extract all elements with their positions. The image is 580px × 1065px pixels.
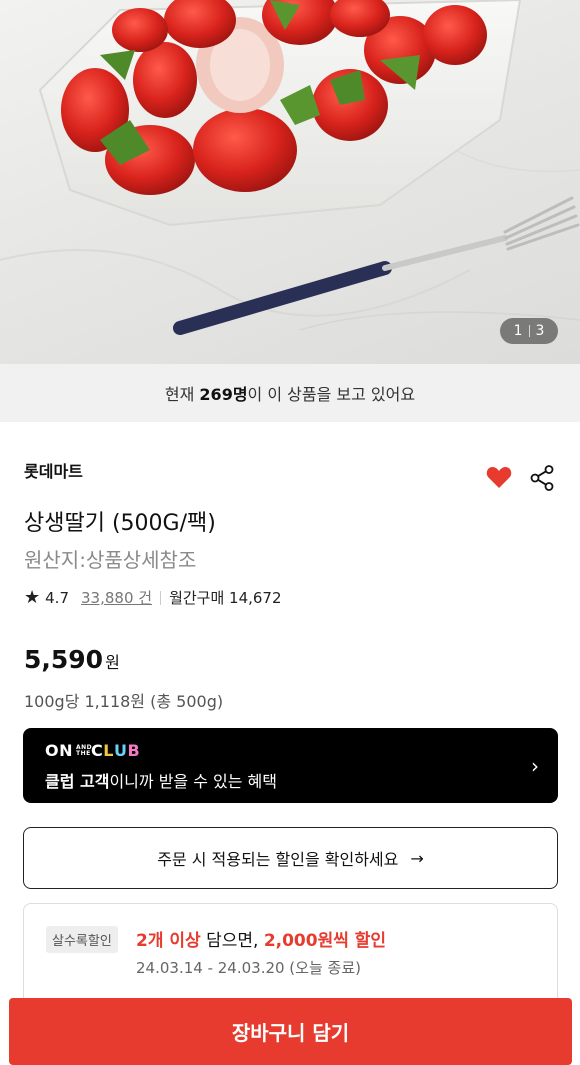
club-logo-the: THE <box>76 749 91 757</box>
rating-divider <box>160 590 162 605</box>
review-count-link[interactable]: 33,880 건 <box>81 587 152 608</box>
club-text-rest: 이니까 받을 수 있는 혜택 <box>109 772 277 791</box>
club-logo: ON AND THE CLUB <box>45 741 140 760</box>
check-discount-button[interactable]: 주문 시 적용되는 할인을 확인하세요 → <box>23 827 558 889</box>
promo-qty: 2개 이상 <box>136 931 201 951</box>
club-logo-and-the: AND THE <box>76 744 92 757</box>
strawberry-product-photo <box>0 0 580 335</box>
monthly-purchases: 월간구매 14,672 <box>169 589 282 607</box>
pager-separator <box>528 325 530 337</box>
chevron-right-icon: › <box>531 754 539 778</box>
check-discount-label: 주문 시 적용되는 할인을 확인하세요 <box>157 850 399 869</box>
promo-mid: 담으면, <box>200 931 264 951</box>
product-detail-page: 1 3 현재 269명 이 이 상품을 보고 있어요 롯데마트 상생딸기 (50… <box>0 0 580 1065</box>
add-to-cart-button[interactable]: 장바구니 담기 <box>9 998 572 1065</box>
club-benefit-text: 클럽 고객이니까 받을 수 있는 혜택 <box>45 768 277 792</box>
viewers-suffix: 이 이 상품을 보고 있어요 <box>247 385 416 404</box>
product-title: 상생딸기 (500G/팩) <box>24 511 216 536</box>
pager-current: 1 <box>513 323 523 339</box>
club-logo-on: ON <box>45 741 73 760</box>
product-origin: 원산지:상품상세참조 <box>24 548 197 572</box>
share-icon[interactable] <box>530 465 554 495</box>
club-benefit-banner[interactable]: ON AND THE CLUB 클럽 고객이니까 받을 수 있는 혜택 › <box>23 728 558 803</box>
unit-price: 100g당 1,118원 (총 500g) <box>24 692 224 711</box>
promo-tag: 살수록할인 <box>46 926 118 953</box>
promo-description: 2개 이상 담으면, 2,000원씩 할인 <box>136 926 386 951</box>
rating-score: 4.7 <box>45 588 69 607</box>
promo-date: 24.03.14 - 24.03.20 (오늘 종료) <box>136 959 361 977</box>
price-value: 5,590 <box>24 645 104 674</box>
club-logo-c: C <box>91 741 104 760</box>
viewers-prefix: 현재 <box>164 385 200 404</box>
price: 5,590 원 <box>24 645 120 674</box>
product-image-gallery[interactable]: 1 3 <box>0 0 580 364</box>
club-text-bold: 클럽 고객 <box>45 772 110 791</box>
club-logo-b: B <box>127 741 141 760</box>
club-logo-u: U <box>113 741 128 760</box>
club-logo-l: L <box>103 741 114 760</box>
pager-total: 3 <box>535 323 545 339</box>
live-viewers-bar: 현재 269명 이 이 상품을 보고 있어요 <box>0 364 580 422</box>
heart-icon[interactable] <box>486 465 512 493</box>
brand-name[interactable]: 롯데마트 <box>24 458 83 482</box>
price-unit: 원 <box>105 653 120 672</box>
viewers-count: 269명 <box>199 385 248 404</box>
star-icon: ★ <box>24 587 41 608</box>
promo-card: 살수록할인 2개 이상 담으면, 2,000원씩 할인 24.03.14 - 2… <box>23 903 558 1013</box>
arrow-right-icon: → <box>410 848 424 868</box>
rating-row: ★ 4.7 33,880 건 월간구매 14,672 <box>24 587 282 608</box>
image-pager: 1 3 <box>500 318 558 344</box>
promo-amount: 2,000원씩 할인 <box>263 931 387 951</box>
